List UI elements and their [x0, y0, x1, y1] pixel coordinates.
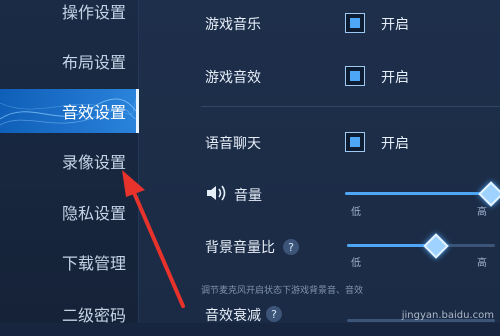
checkbox-checked-mark — [350, 137, 360, 147]
sidebar-item-label: 二级密码 — [62, 306, 127, 325]
bg-volume-low-label: 低 — [351, 258, 361, 269]
voice-chat-check-label: 开启 — [381, 136, 409, 152]
bg-volume-high-label: 高 — [477, 258, 487, 269]
sidebar-item-sound[interactable]: 音效设置 — [0, 89, 139, 133]
sidebar: 操作设置 布局设置 音效设置 录像设置 隐私设置 下载管理 二级密码 — [0, 0, 139, 325]
sidebar-item-downloads[interactable]: 下载管理 — [0, 240, 138, 284]
sidebar-item-label: 音效设置 — [62, 103, 127, 122]
game-sfx-label: 游戏音效 — [205, 70, 261, 86]
speaker-icon — [205, 183, 229, 207]
sidebar-item-recording[interactable]: 录像设置 — [0, 139, 138, 183]
sidebar-item-label: 隐私设置 — [62, 204, 127, 223]
sfx-decay-label: 音效衰减 — [205, 308, 261, 324]
checkbox-checked-mark — [350, 71, 360, 81]
sidebar-item-label: 下载管理 — [62, 254, 127, 273]
sidebar-item-privacy[interactable]: 隐私设置 — [0, 190, 138, 234]
game-sfx-checkbox[interactable] — [345, 66, 365, 86]
game-music-checkbox[interactable] — [345, 13, 365, 33]
sidebar-item-label: 录像设置 — [62, 153, 127, 172]
checkbox-checked-mark — [350, 18, 360, 28]
game-sfx-check-label: 开启 — [381, 70, 409, 86]
volume-low-label: 低 — [351, 207, 361, 218]
volume-high-label: 高 — [477, 207, 487, 218]
bg-volume-hint: 调节麦克风开启状态下游戏背景音、音效 — [201, 286, 364, 296]
volume-label: 音量 — [234, 188, 262, 204]
watermark: jingyan.baidu.com — [401, 310, 494, 321]
settings-panel: 游戏音乐 开启 游戏音效 开启 语音聊天 开启 音量 低 高 背景音量比 ? 低… — [139, 0, 500, 324]
sidebar-item-secondary-password[interactable]: 二级密码 — [0, 292, 138, 336]
voice-chat-label: 语音聊天 — [205, 136, 261, 152]
sidebar-item-label: 操作设置 — [62, 3, 127, 22]
game-music-label: 游戏音乐 — [205, 17, 261, 33]
sidebar-item-layout[interactable]: 布局设置 — [0, 39, 138, 83]
bg-volume-slider-thumb[interactable] — [423, 233, 449, 259]
voice-chat-checkbox[interactable] — [345, 132, 365, 152]
help-icon[interactable]: ? — [283, 239, 299, 255]
help-icon[interactable]: ? — [266, 306, 282, 322]
sidebar-item-label: 布局设置 — [62, 53, 127, 72]
bg-volume-ratio-label: 背景音量比 — [205, 240, 275, 256]
section-divider — [201, 106, 500, 107]
volume-slider-fill — [345, 192, 491, 195]
game-music-check-label: 开启 — [381, 17, 409, 33]
sidebar-item-operation[interactable]: 操作设置 — [0, 0, 138, 33]
